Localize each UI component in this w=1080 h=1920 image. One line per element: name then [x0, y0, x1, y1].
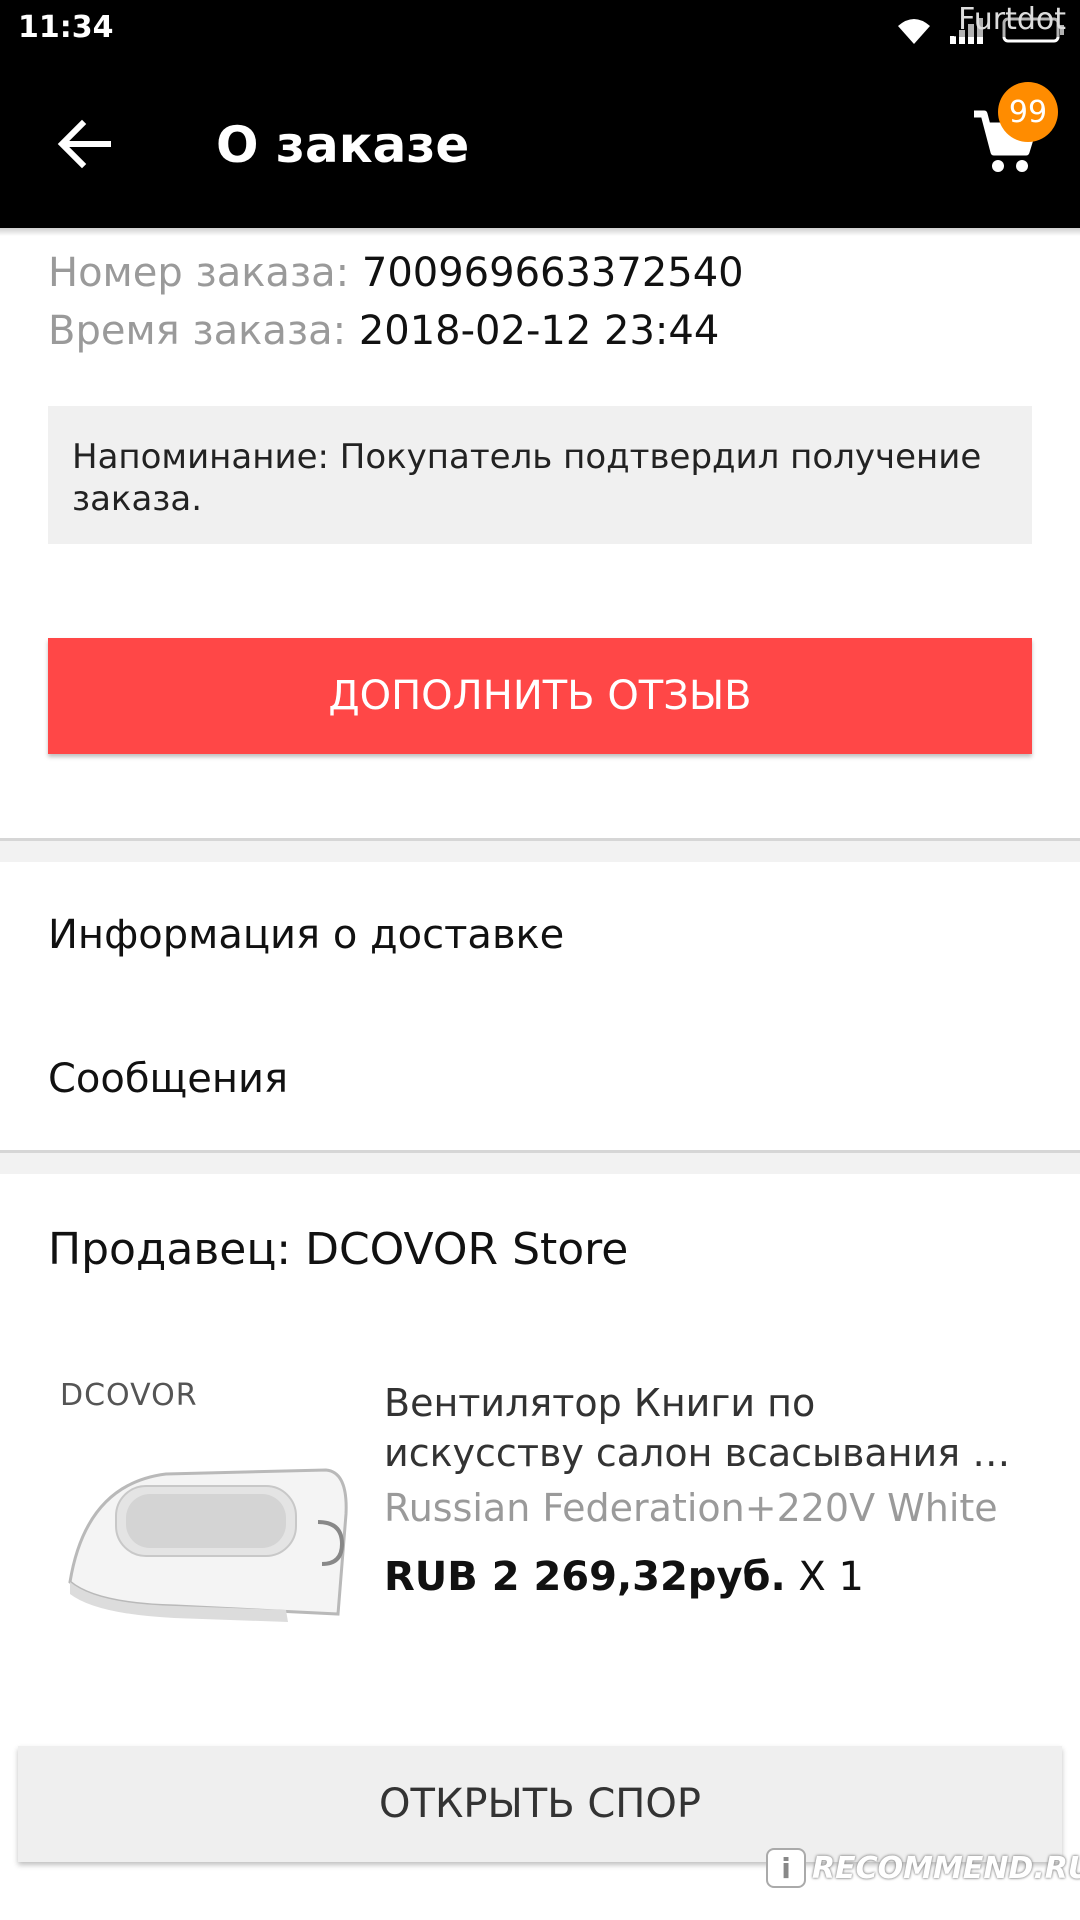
product-price-row: RUB 2 269,32руб. X 1	[384, 1554, 864, 1600]
brand-logo: DCOVOR	[60, 1378, 198, 1413]
product-variant: Russian Federation+220V White	[384, 1486, 998, 1530]
product-title-line1: Вентилятор Книги по	[384, 1381, 816, 1425]
seller-name[interactable]: Продавец: DCOVOR Store	[48, 1224, 628, 1275]
status-time: 11:34	[18, 10, 114, 45]
reminder-box: Напоминание: Покупатель подтвердил получ…	[48, 406, 1032, 544]
nail-dust-collector-image	[68, 1468, 348, 1622]
product-quantity: X 1	[785, 1554, 864, 1600]
order-time-label: Время заказа:	[48, 308, 347, 354]
appbar-shadow	[0, 228, 1080, 236]
recommend-logo-icon: i	[766, 1848, 806, 1888]
product-title[interactable]: Вентилятор Книги по искусству салон всас…	[384, 1378, 1034, 1478]
page-title: О заказе	[216, 116, 470, 174]
watermark-text: RECOMMEND.RU	[812, 1850, 1080, 1886]
order-number-label: Номер заказа:	[48, 250, 350, 296]
divider	[0, 838, 1080, 862]
watermark-bottom: i RECOMMEND.RU	[766, 1848, 1080, 1888]
divider	[0, 1150, 1080, 1174]
cart-badge: 99	[998, 82, 1058, 142]
order-number-value: 700969663372540	[361, 250, 744, 296]
order-time-row: Время заказа: 2018-02-12 23:44	[48, 308, 719, 354]
product-price: RUB 2 269,32руб.	[384, 1554, 786, 1600]
messages-item[interactable]: Сообщения	[48, 1056, 288, 1102]
watermark-top: Furtdot	[954, 2, 1070, 37]
delivery-info-item[interactable]: Информация о доставке	[48, 912, 564, 958]
status-bar: 11:34 Furtdot	[0, 0, 1080, 60]
open-dispute-button[interactable]: ОТКРЫТЬ СПОР	[18, 1746, 1062, 1862]
add-review-button[interactable]: ДОПОЛНИТЬ ОТЗЫВ	[48, 638, 1032, 754]
app-bar: О заказе 99	[0, 60, 1080, 228]
order-time-value: 2018-02-12 23:44	[358, 308, 720, 354]
product-image[interactable]: DCOVOR	[56, 1374, 356, 1654]
back-arrow-icon[interactable]	[52, 112, 116, 176]
wifi-icon	[898, 19, 930, 44]
order-number-row: Номер заказа: 700969663372540	[48, 250, 744, 296]
product-title-line2: искусству салон всасывания П...	[384, 1431, 1034, 1475]
